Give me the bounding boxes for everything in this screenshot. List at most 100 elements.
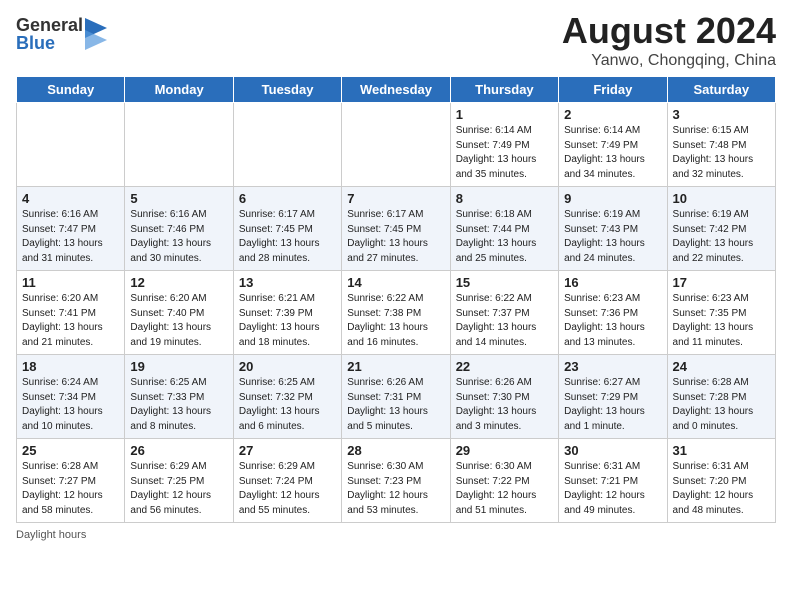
day-number: 1	[456, 107, 553, 122]
day-info: Sunrise: 6:26 AM Sunset: 7:31 PM Dayligh…	[347, 376, 444, 434]
day-info: Sunrise: 6:29 AM Sunset: 7:25 PM Dayligh…	[130, 460, 227, 518]
calendar-cell: 23Sunrise: 6:27 AM Sunset: 7:29 PM Dayli…	[559, 355, 667, 439]
day-info: Sunrise: 6:25 AM Sunset: 7:33 PM Dayligh…	[130, 376, 227, 434]
calendar-cell	[233, 103, 341, 187]
logo-blue: Blue	[16, 34, 83, 52]
day-info: Sunrise: 6:16 AM Sunset: 7:46 PM Dayligh…	[130, 208, 227, 266]
calendar-week-row: 25Sunrise: 6:28 AM Sunset: 7:27 PM Dayli…	[17, 439, 776, 523]
day-number: 12	[130, 275, 227, 290]
calendar-cell: 12Sunrise: 6:20 AM Sunset: 7:40 PM Dayli…	[125, 271, 233, 355]
day-info: Sunrise: 6:20 AM Sunset: 7:41 PM Dayligh…	[22, 292, 119, 350]
day-info: Sunrise: 6:19 AM Sunset: 7:42 PM Dayligh…	[673, 208, 770, 266]
day-info: Sunrise: 6:22 AM Sunset: 7:38 PM Dayligh…	[347, 292, 444, 350]
calendar-cell: 7Sunrise: 6:17 AM Sunset: 7:45 PM Daylig…	[342, 187, 450, 271]
logo-icon	[85, 18, 107, 50]
weekday-header: Sunday	[17, 77, 125, 103]
day-number: 29	[456, 443, 553, 458]
day-info: Sunrise: 6:14 AM Sunset: 7:49 PM Dayligh…	[456, 124, 553, 182]
calendar-cell: 11Sunrise: 6:20 AM Sunset: 7:41 PM Dayli…	[17, 271, 125, 355]
logo-text: General Blue	[16, 16, 83, 52]
weekday-header: Saturday	[667, 77, 775, 103]
day-number: 6	[239, 191, 336, 206]
day-info: Sunrise: 6:30 AM Sunset: 7:23 PM Dayligh…	[347, 460, 444, 518]
day-info: Sunrise: 6:22 AM Sunset: 7:37 PM Dayligh…	[456, 292, 553, 350]
day-number: 20	[239, 359, 336, 374]
day-number: 4	[22, 191, 119, 206]
calendar-cell: 6 Sunrise: 6:17 AM Sunset: 7:45 PM Daylig…	[233, 187, 341, 271]
day-info: Sunrise: 6:24 AM Sunset: 7:34 PM Dayligh…	[22, 376, 119, 434]
calendar-cell: 10 Sunrise: 6:19 AM Sunset: 7:42 PM Dayli…	[667, 187, 775, 271]
day-number: 27	[239, 443, 336, 458]
day-info: Sunrise: 6:31 AM Sunset: 7:21 PM Dayligh…	[564, 460, 661, 518]
day-info: Sunrise: 6:23 AM Sunset: 7:35 PM Dayligh…	[673, 292, 770, 350]
calendar-cell	[125, 103, 233, 187]
calendar-cell: 22 Sunrise: 6:26 AM Sunset: 7:30 PM Dayli…	[450, 355, 558, 439]
calendar-cell: 30 Sunrise: 6:31 AM Sunset: 7:21 PM Dayli…	[559, 439, 667, 523]
day-number: 7	[347, 191, 444, 206]
day-number: 23	[564, 359, 661, 374]
calendar-cell: 2 Sunrise: 6:14 AM Sunset: 7:49 PM Daylig…	[559, 103, 667, 187]
day-number: 15	[456, 275, 553, 290]
day-number: 18	[22, 359, 119, 374]
title-area: August 2024 Yanwo, Chongqing, China	[562, 10, 776, 70]
subtitle: Yanwo, Chongqing, China	[562, 52, 776, 70]
day-number: 13	[239, 275, 336, 290]
day-info: Sunrise: 6:31 AM Sunset: 7:20 PM Dayligh…	[673, 460, 770, 518]
calendar-cell: 8Sunrise: 6:18 AM Sunset: 7:44 PM Daylig…	[450, 187, 558, 271]
day-number: 17	[673, 275, 770, 290]
day-info: Sunrise: 6:17 AM Sunset: 7:45 PM Dayligh…	[239, 208, 336, 266]
calendar-cell: 19 Sunrise: 6:25 AM Sunset: 7:33 PM Dayli…	[125, 355, 233, 439]
day-info: Sunrise: 6:21 AM Sunset: 7:39 PM Dayligh…	[239, 292, 336, 350]
calendar-cell: 15 Sunrise: 6:22 AM Sunset: 7:37 PM Dayli…	[450, 271, 558, 355]
day-number: 8	[456, 191, 553, 206]
day-info: Sunrise: 6:19 AM Sunset: 7:43 PM Dayligh…	[564, 208, 661, 266]
calendar-cell: 24Sunrise: 6:28 AM Sunset: 7:28 PM Dayli…	[667, 355, 775, 439]
logo: General Blue	[16, 16, 107, 52]
day-number: 26	[130, 443, 227, 458]
logo-general: General	[16, 16, 83, 34]
calendar-week-row: 4Sunrise: 6:16 AM Sunset: 7:47 PM Daylig…	[17, 187, 776, 271]
day-number: 21	[347, 359, 444, 374]
day-number: 14	[347, 275, 444, 290]
day-info: Sunrise: 6:15 AM Sunset: 7:48 PM Dayligh…	[673, 124, 770, 182]
main-title: August 2024	[562, 10, 776, 52]
day-number: 19	[130, 359, 227, 374]
day-info: Sunrise: 6:26 AM Sunset: 7:30 PM Dayligh…	[456, 376, 553, 434]
calendar-week-row: 1 Sunrise: 6:14 AM Sunset: 7:49 PM Daylig…	[17, 103, 776, 187]
weekday-header: Friday	[559, 77, 667, 103]
calendar-week-row: 18 Sunrise: 6:24 AM Sunset: 7:34 PM Dayli…	[17, 355, 776, 439]
calendar-cell: 4Sunrise: 6:16 AM Sunset: 7:47 PM Daylig…	[17, 187, 125, 271]
calendar-cell: 1 Sunrise: 6:14 AM Sunset: 7:49 PM Daylig…	[450, 103, 558, 187]
day-number: 5	[130, 191, 227, 206]
weekday-header: Wednesday	[342, 77, 450, 103]
day-info: Sunrise: 6:30 AM Sunset: 7:22 PM Dayligh…	[456, 460, 553, 518]
weekday-header: Thursday	[450, 77, 558, 103]
day-info: Sunrise: 6:14 AM Sunset: 7:49 PM Dayligh…	[564, 124, 661, 182]
calendar-cell: 26 Sunrise: 6:29 AM Sunset: 7:25 PM Dayli…	[125, 439, 233, 523]
calendar-cell: 3 Sunrise: 6:15 AM Sunset: 7:48 PM Daylig…	[667, 103, 775, 187]
calendar-cell: 16 Sunrise: 6:23 AM Sunset: 7:36 PM Dayli…	[559, 271, 667, 355]
day-number: 25	[22, 443, 119, 458]
day-number: 10	[673, 191, 770, 206]
day-number: 22	[456, 359, 553, 374]
calendar-cell: 17 Sunrise: 6:23 AM Sunset: 7:35 PM Dayli…	[667, 271, 775, 355]
day-info: Sunrise: 6:23 AM Sunset: 7:36 PM Dayligh…	[564, 292, 661, 350]
calendar-cell: 13 Sunrise: 6:21 AM Sunset: 7:39 PM Dayli…	[233, 271, 341, 355]
calendar-cell: 9 Sunrise: 6:19 AM Sunset: 7:43 PM Daylig…	[559, 187, 667, 271]
calendar-cell: 18 Sunrise: 6:24 AM Sunset: 7:34 PM Dayli…	[17, 355, 125, 439]
day-number: 16	[564, 275, 661, 290]
calendar-cell	[342, 103, 450, 187]
calendar-cell: 20Sunrise: 6:25 AM Sunset: 7:32 PM Dayli…	[233, 355, 341, 439]
calendar-table: SundayMondayTuesdayWednesdayThursdayFrid…	[16, 76, 776, 523]
calendar-cell: 14 Sunrise: 6:22 AM Sunset: 7:38 PM Dayli…	[342, 271, 450, 355]
day-number: 3	[673, 107, 770, 122]
header: General Blue August 2024 Yanwo, Chongqin…	[16, 10, 776, 70]
calendar-cell: 29 Sunrise: 6:30 AM Sunset: 7:22 PM Dayli…	[450, 439, 558, 523]
day-number: 9	[564, 191, 661, 206]
calendar-cell: 25Sunrise: 6:28 AM Sunset: 7:27 PM Dayli…	[17, 439, 125, 523]
daylight-label: Daylight hours	[16, 529, 86, 541]
calendar-cell: 31Sunrise: 6:31 AM Sunset: 7:20 PM Dayli…	[667, 439, 775, 523]
day-number: 2	[564, 107, 661, 122]
day-number: 30	[564, 443, 661, 458]
calendar-cell: 21 Sunrise: 6:26 AM Sunset: 7:31 PM Dayli…	[342, 355, 450, 439]
